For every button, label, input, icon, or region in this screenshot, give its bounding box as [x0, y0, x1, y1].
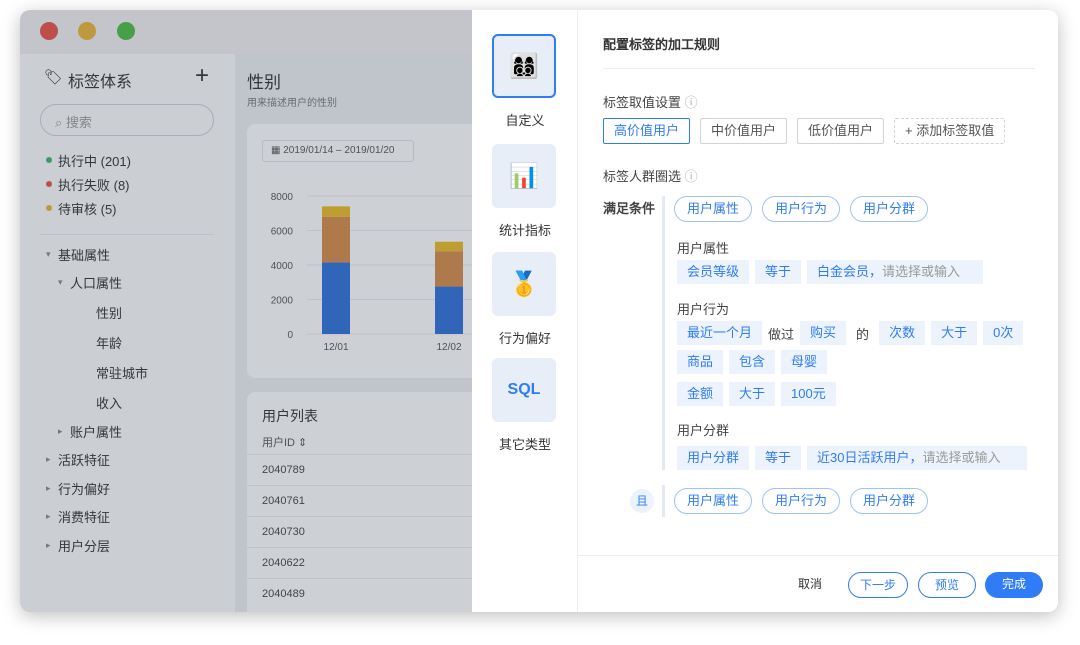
add-user-attr-pill[interactable]: 用户属性 — [674, 196, 753, 222]
amount-operator-select[interactable]: 大于 — [729, 382, 776, 406]
attr-value-input[interactable]: 白金会员，请选择或输入 — [807, 260, 984, 284]
behavior-value-input[interactable]: 0次 — [983, 321, 1024, 345]
behavior-time-select[interactable]: 最近一个月 — [677, 321, 763, 345]
and-user-group-pill[interactable]: 用户分群 — [850, 488, 929, 514]
config-drawer: 👩‍👩‍👦‍👦 自定义 📊 统计指标 🥇 行为偏好 SQL 其它类型 配置标签的加工规则 标签… — [472, 10, 1058, 612]
other-type-icon[interactable]: SQL — [492, 358, 556, 422]
tag-type-list: 👩‍👩‍👦‍👦 自定义 📊 统计指标 🥇 行为偏好 SQL 其它类型 — [472, 10, 578, 612]
info-icon: ⓘ — [684, 95, 698, 110]
behavior-type-icon[interactable]: 🥇 — [492, 252, 556, 316]
done-button[interactable]: 完成 — [985, 572, 1043, 598]
cancel-button[interactable]: 取消 — [784, 572, 836, 598]
condition-label: 满足条件 — [603, 201, 656, 216]
amount-value-input[interactable]: 100元 — [781, 382, 836, 406]
condition-bracket — [662, 485, 665, 517]
filter-value-input[interactable]: 母婴 — [781, 350, 828, 374]
tag-type-label[interactable]: 自定义 — [472, 110, 578, 129]
filter-field-select[interactable]: 商品 — [677, 350, 724, 374]
tag-type-label[interactable]: 其它类型 — [472, 434, 578, 453]
and-user-attr-pill[interactable]: 用户属性 — [674, 488, 753, 514]
divider — [603, 68, 1035, 69]
statistics-type-icon[interactable]: 📊 — [492, 144, 556, 208]
preview-button[interactable]: 预览 — [918, 572, 976, 598]
footer-divider — [578, 555, 1058, 556]
attr-operator-select[interactable]: 等于 — [755, 260, 802, 284]
condition-bracket — [662, 196, 665, 470]
tag-type-label[interactable]: 行为偏好 — [472, 328, 578, 347]
value-option-high[interactable]: 高价值用户 — [603, 118, 691, 144]
custom-type-icon[interactable]: 👩‍👩‍👦‍👦 — [492, 34, 556, 98]
group-field-select[interactable]: 用户分群 — [677, 446, 750, 470]
condition-add-pills: 用户属性 用户行为 用户分群 — [674, 196, 929, 222]
add-user-behavior-pill[interactable]: 用户行为 — [762, 196, 841, 222]
tag-type-label[interactable]: 统计指标 — [472, 220, 578, 239]
of-text: 的 — [856, 326, 870, 342]
group-value-input[interactable]: 近30日活跃用户，请选择或输入 — [807, 446, 1028, 470]
drawer-title: 配置标签的加工规则 — [603, 37, 721, 52]
attr-field-select[interactable]: 会员等级 — [677, 260, 750, 284]
value-option-mid[interactable]: 中价值用户 — [700, 118, 788, 144]
behavior-title: 用户行为 — [677, 302, 730, 317]
behavior-action-select[interactable]: 购买 — [800, 321, 847, 345]
value-option-low[interactable]: 低价值用户 — [797, 118, 885, 144]
value-section-label: 标签取值设置 ⓘ — [603, 95, 698, 110]
and-connector[interactable]: 且 — [630, 489, 654, 513]
add-user-group-pill[interactable]: 用户分群 — [850, 196, 929, 222]
behavior-metric-select[interactable]: 次数 — [879, 321, 926, 345]
and-user-behavior-pill[interactable]: 用户行为 — [762, 488, 841, 514]
behavior-operator-select[interactable]: 大于 — [931, 321, 978, 345]
value-options: 高价值用户 中价值用户 低价值用户 + 添加标签取值 — [603, 118, 1006, 144]
attr-title: 用户属性 — [677, 241, 730, 256]
amount-field-select[interactable]: 金额 — [677, 382, 724, 406]
filter-operator-select[interactable]: 包含 — [729, 350, 776, 374]
did-text: 做过 — [768, 326, 795, 342]
app-window: 🏷 标签体系 + ⌕ 搜索 执行中 (201) 执行失败 (8) 待审核 (5) ▾… — [20, 10, 1058, 612]
next-step-button[interactable]: 下一步 — [848, 572, 908, 598]
info-icon: ⓘ — [684, 169, 698, 184]
group-title: 用户分群 — [677, 423, 730, 438]
add-value-button[interactable]: + 添加标签取值 — [894, 118, 1006, 144]
crowd-section-label: 标签人群圈选 ⓘ — [603, 169, 698, 184]
modal-overlay[interactable] — [20, 10, 472, 612]
group-operator-select[interactable]: 等于 — [755, 446, 802, 470]
